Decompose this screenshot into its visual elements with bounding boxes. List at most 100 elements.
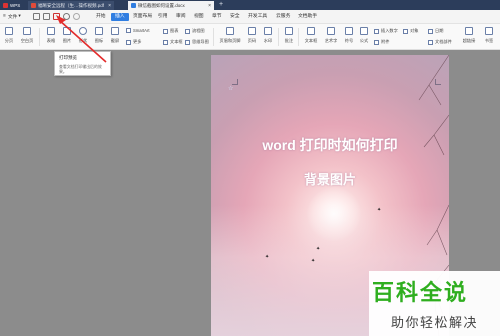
bookmark-icon (485, 27, 493, 35)
mindmap-label: 思维导图 (192, 39, 209, 44)
blank-page-label: 空白页 (20, 38, 34, 43)
table-label: 表格 (46, 38, 56, 43)
blank-page-button[interactable]: 空白页 (18, 27, 36, 44)
bookmark-button[interactable]: 书签 (480, 27, 498, 44)
page-break-icon (5, 27, 13, 35)
chart-label: 图表 (170, 28, 179, 33)
hyperlink-label: 超链接 (462, 38, 476, 43)
sparkle-icon: ☆ (228, 86, 234, 92)
tab-view[interactable]: 视图 (194, 13, 204, 21)
tab-review[interactable]: 审阅 (176, 13, 186, 21)
blank-page-icon (23, 27, 31, 35)
object-icon (403, 28, 408, 34)
textbox-button[interactable]: 文本框 (301, 27, 321, 44)
chevron-down-icon[interactable] (83, 13, 90, 20)
date-label: 日期 (435, 28, 444, 33)
page-break-button[interactable]: 分页 (0, 27, 18, 44)
bookmark-label: 书签 (484, 38, 494, 43)
icon-library-icon (95, 27, 103, 35)
tab-insert[interactable]: 插入 (111, 13, 129, 21)
pi-icon (360, 27, 368, 35)
attachment-button[interactable]: 附件 (374, 39, 389, 45)
screenshot-label: 截屏 (110, 38, 120, 43)
insert-number-label: 插入数字 (381, 28, 398, 33)
ribbon-menu-bar: ≡ 文件 ▾ 开始 插入 页面布局 引用 审阅 视图 章节 安全 开发工具 云服… (0, 10, 500, 24)
wordart-label: 艺术字 (324, 38, 338, 43)
chart-button[interactable]: 图表 (163, 28, 178, 34)
paperclip-icon (374, 39, 379, 45)
chart-icon (163, 28, 168, 34)
watermark-icon (264, 27, 272, 35)
more-label: 更多 (133, 39, 142, 44)
smartart-button[interactable]: SmartArt (126, 28, 150, 33)
doc-parts-icon (428, 39, 433, 45)
comment-button[interactable]: 批注 (280, 27, 298, 44)
object-button[interactable]: 对象 (403, 28, 418, 34)
tooltip-description: 查看文档打印输出后的效果。 (59, 64, 102, 74)
print-preview-icon[interactable] (53, 13, 60, 20)
more-button[interactable]: 更多 (126, 39, 141, 45)
omega-icon (345, 27, 353, 35)
header-footer-icon (226, 27, 234, 35)
wordart-button[interactable]: 艺术字 (321, 27, 341, 44)
mindmap-button[interactable]: 思维导图 (185, 39, 209, 45)
pdf-file-icon (31, 3, 36, 8)
page-number-label: 页码 (247, 38, 257, 43)
tab-wps-home[interactable]: WPS (0, 1, 26, 10)
site-watermark: 百科全说 助你轻松解决 (369, 271, 500, 336)
tab-developer[interactable]: 开发工具 (248, 13, 267, 21)
screenshot-button[interactable]: 截屏 (106, 27, 124, 44)
insert-number-button[interactable]: 插入数字 (374, 28, 398, 34)
file-menu-button[interactable]: ≡ 文件 ▾ (3, 13, 21, 20)
header-footer-label: 页眉和页脚 (219, 38, 241, 43)
redo-icon[interactable] (73, 13, 80, 20)
print-icon[interactable] (43, 13, 50, 20)
textbox-small-label: 文本框 (170, 39, 183, 44)
formula-button[interactable]: 公式 (355, 27, 373, 44)
doc-parts-button[interactable]: 文档部件 (428, 39, 452, 45)
smartart-label: SmartArt (133, 28, 150, 33)
tooltip-title: 打印预览 (59, 55, 77, 60)
tab-home[interactable]: 开始 (96, 13, 106, 21)
mindmap-icon (185, 39, 190, 45)
tab-word-document[interactable]: 微信截图如何设置.docx × (128, 1, 214, 10)
close-icon[interactable]: × (108, 3, 111, 9)
watermark-label: 水印 (263, 38, 273, 43)
word-file-icon (131, 3, 136, 8)
tab-page-layout[interactable]: 页面布局 (133, 13, 152, 21)
comment-icon (285, 27, 293, 35)
tab-cloud[interactable]: 云服务 (276, 13, 290, 21)
more-icon (126, 39, 131, 45)
tab-pdf-document[interactable]: 福晰安全远程（生…操作视频.pdf × (28, 1, 114, 10)
new-tab-button[interactable]: + (219, 1, 223, 9)
smartart-icon (126, 28, 131, 33)
table-icon (47, 27, 55, 35)
bird-icon: ✦ (316, 246, 321, 252)
divider (278, 28, 279, 46)
wps-logo-icon (3, 3, 8, 8)
undo-icon[interactable] (63, 13, 70, 20)
tab-references[interactable]: 引用 (158, 13, 168, 21)
date-button[interactable]: 日期 (428, 28, 443, 34)
tab-doc-assistant[interactable]: 文档助手 (298, 13, 317, 21)
textbox-label: 文本框 (304, 38, 318, 43)
flowchart-label: 流程图 (192, 28, 205, 33)
watermark-brand: 百科全说 (372, 280, 469, 305)
hyperlink-button[interactable]: 超链接 (460, 27, 478, 44)
doc-parts-label: 文档部件 (435, 39, 452, 44)
tab-security[interactable]: 安全 (230, 13, 240, 21)
flowchart-button[interactable]: 流程图 (185, 28, 205, 34)
divider (213, 28, 214, 46)
header-footer-button[interactable]: 页眉和页脚 (217, 27, 243, 44)
save-icon[interactable] (33, 13, 40, 20)
picture-icon (63, 27, 71, 35)
tab-wps-label: WPS (10, 3, 21, 8)
watermark-button[interactable]: 水印 (259, 27, 277, 44)
textbox-small-button[interactable]: 文本框 (163, 39, 183, 45)
symbol-label: 符号 (344, 38, 354, 43)
tab-chapter[interactable]: 章节 (212, 13, 222, 21)
close-icon[interactable]: × (208, 3, 211, 9)
attachment-label: 附件 (381, 39, 390, 44)
file-menu-label: 文件 (7, 15, 18, 20)
divider (39, 28, 40, 46)
